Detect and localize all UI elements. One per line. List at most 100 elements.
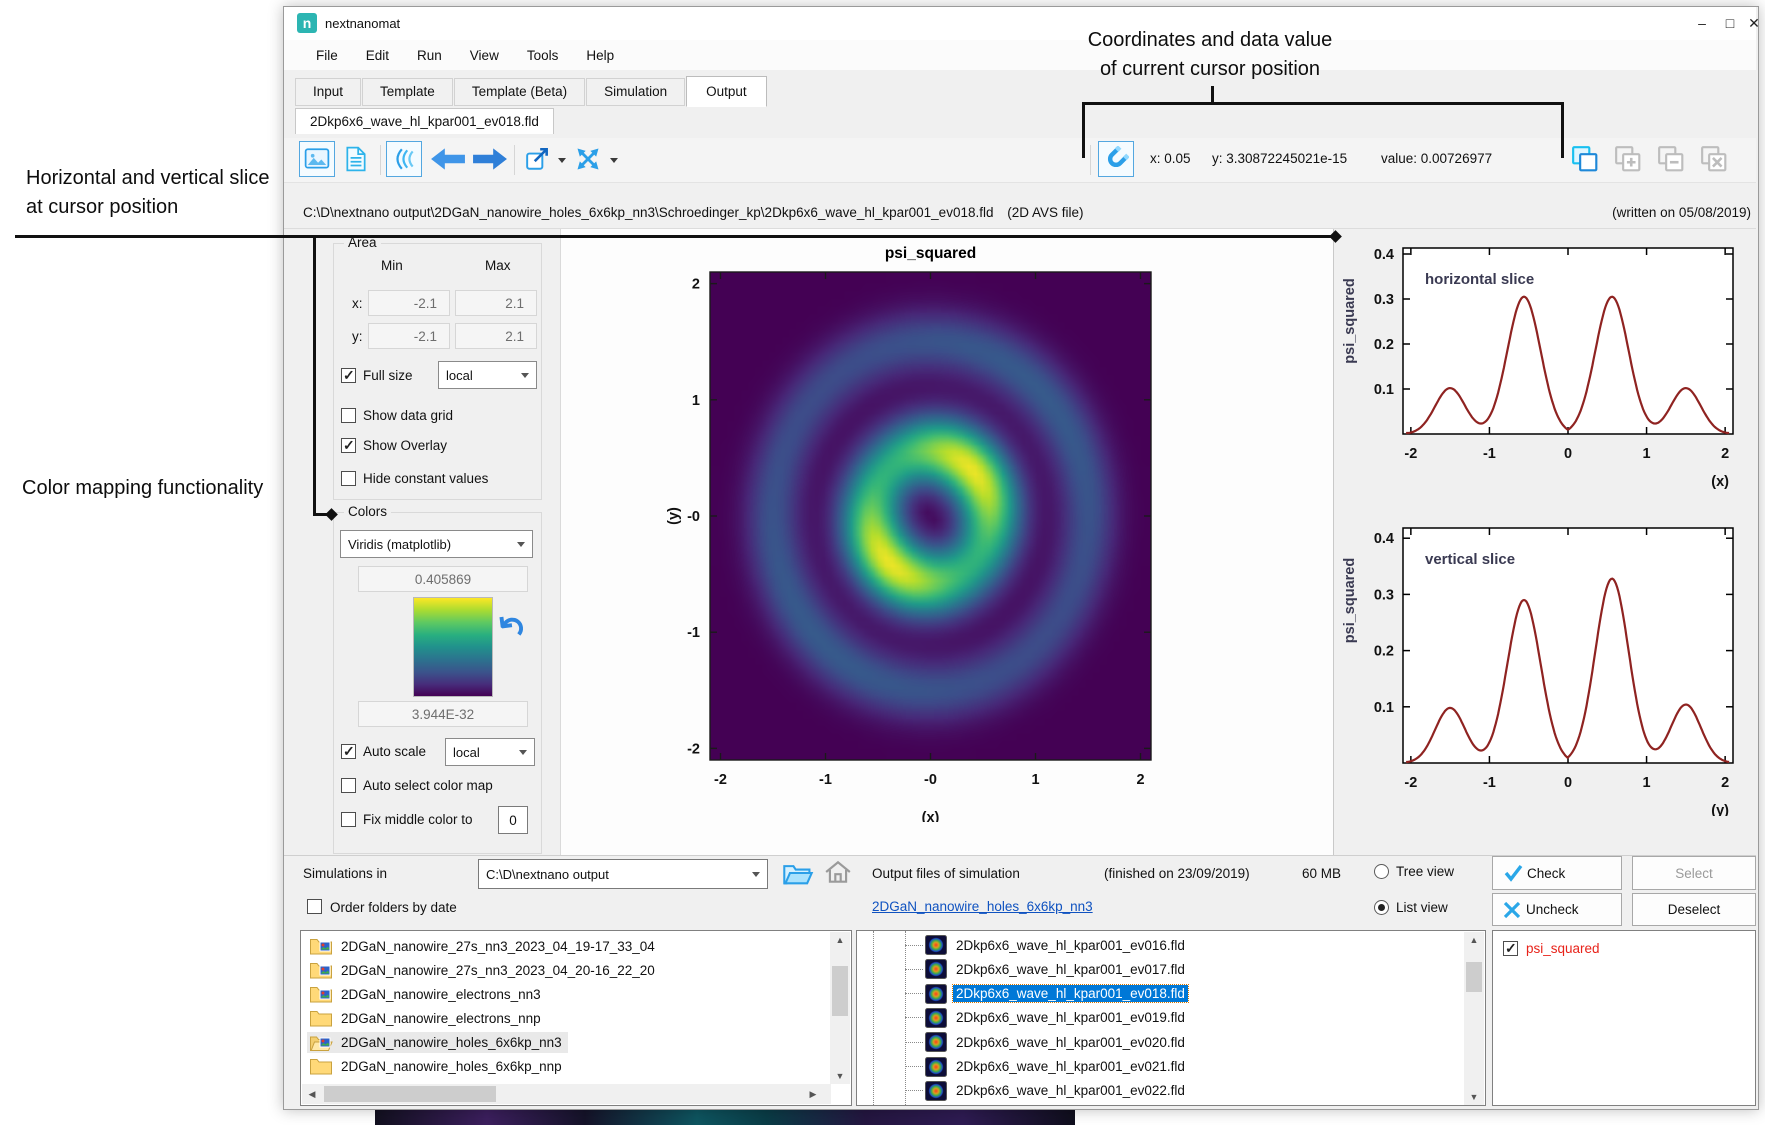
overlay-waves-button[interactable] <box>386 141 422 177</box>
maximize-button[interactable]: □ <box>1718 12 1742 34</box>
show-overlay-checkbox[interactable] <box>341 438 356 453</box>
scroll-down-arrow[interactable]: ▼ <box>830 1071 850 1081</box>
scroll-right-arrow[interactable]: ▶ <box>807 1089 819 1100</box>
folder-horizontal-scrollbar[interactable]: ◀▶ <box>302 1084 831 1104</box>
auto-scale-checkbox[interactable] <box>341 744 356 759</box>
tab-simulation[interactable]: Simulation <box>586 78 685 106</box>
arrow-left-icon <box>430 147 466 171</box>
tab-output[interactable]: Output <box>686 76 767 107</box>
annotation-coords-line2: of current cursor position <box>1040 55 1380 84</box>
file-row[interactable]: 2Dkp6x6_wave_hl_kpar001_ev021.fld <box>857 1055 1188 1079</box>
scrollbar-thumb[interactable] <box>832 966 848 1016</box>
variable-name: psi_squared <box>1526 941 1600 956</box>
scrollbar-thumb[interactable] <box>324 1086 496 1102</box>
output-file-list[interactable]: 2Dkp6x6_wave_hl_kpar001_ev016.fld2Dkp6x6… <box>856 930 1486 1106</box>
scroll-left-arrow[interactable]: ◀ <box>306 1089 318 1100</box>
simulation-folder-link[interactable]: 2DGaN_nanowire_holes_6x6kp_nn3 <box>872 899 1093 914</box>
file-row[interactable]: 2Dkp6x6_wave_hl_kpar001_ev019.fld <box>857 1006 1188 1030</box>
menu-edit[interactable]: Edit <box>352 48 403 63</box>
document-icon <box>344 146 368 172</box>
file-row[interactable]: 2Dkp6x6_wave_hl_kpar001_ev017.fld <box>857 957 1188 981</box>
fix-middle-color-value[interactable]: 0 <box>498 806 528 834</box>
scroll-down-arrow[interactable]: ▼ <box>1464 1092 1484 1102</box>
tree-connector <box>905 945 923 946</box>
folder-name: 2DGaN_nanowire_holes_6x6kp_nn3 <box>341 1035 562 1050</box>
folder-row[interactable]: 2DGaN_nanowire_electrons_nnp <box>307 1006 547 1030</box>
deselect-button[interactable]: Deselect <box>1632 893 1756 926</box>
min-header: Min <box>381 258 403 273</box>
export-button[interactable] <box>520 141 556 177</box>
scroll-up-arrow[interactable]: ▲ <box>830 935 850 945</box>
show-data-grid-label: Show data grid <box>363 408 453 423</box>
show-data-grid-checkbox[interactable] <box>341 408 356 423</box>
export-dropdown-caret[interactable] <box>558 158 566 167</box>
forward-button[interactable] <box>472 141 508 177</box>
variables-list[interactable]: psi_squared <box>1492 930 1756 1106</box>
folder-row[interactable]: 2DGaN_nanowire_27s_nn3_2023_04_19-17_33_… <box>307 934 661 958</box>
file-row[interactable]: 2Dkp6x6_wave_hl_kpar001_ev016.fld <box>857 933 1188 957</box>
title-bar <box>284 7 1756 40</box>
select-button[interactable]: Select <box>1632 856 1756 890</box>
plot-view-button[interactable] <box>299 141 335 177</box>
uncheck-button[interactable]: Uncheck <box>1492 893 1622 926</box>
menu-tools[interactable]: Tools <box>513 48 573 63</box>
minimize-button[interactable]: – <box>1690 12 1714 34</box>
menu-file[interactable]: File <box>302 48 352 63</box>
menu-view[interactable]: View <box>456 48 513 63</box>
menu-help[interactable]: Help <box>572 48 628 63</box>
text-view-button[interactable] <box>338 141 374 177</box>
auto-scale-mode-select[interactable]: local <box>445 738 535 766</box>
background-window-strip <box>375 1110 1075 1125</box>
menu-run[interactable]: Run <box>403 48 456 63</box>
fix-middle-color-checkbox[interactable] <box>341 812 356 827</box>
tree-view-radio[interactable] <box>1374 864 1389 879</box>
file-row[interactable]: 2Dkp6x6_wave_hl_kpar001_ev022.fld <box>857 1079 1188 1103</box>
variable-checkbox[interactable] <box>1503 941 1518 956</box>
tab-input[interactable]: Input <box>295 78 361 106</box>
annotation-slice-line <box>15 235 1336 238</box>
simulations-path-select[interactable]: C:\D\nextnano output <box>478 859 768 889</box>
open-file-tab[interactable]: 2Dkp6x6_wave_hl_kpar001_ev018.fld <box>295 108 554 134</box>
full-size-mode-select[interactable]: local <box>438 361 537 389</box>
check-button[interactable]: Check <box>1492 856 1622 890</box>
colors-group-title: Colors <box>344 504 391 519</box>
colormap-select[interactable]: Viridis (matplotlib) <box>340 530 533 558</box>
copy-plot-button[interactable] <box>1567 141 1603 177</box>
x-max-field: 2.1 <box>455 290 537 316</box>
remove-view-button[interactable] <box>1653 141 1689 177</box>
cursor-snap-button[interactable] <box>1098 141 1134 177</box>
order-folders-checkbox[interactable] <box>307 899 322 914</box>
open-folder-button[interactable] <box>782 859 814 890</box>
fullscreen-button[interactable] <box>570 141 606 177</box>
file-row[interactable]: 2Dkp6x6_wave_hl_kpar001_ev018.fld <box>857 982 1188 1006</box>
folder-vertical-scrollbar[interactable]: ▲▼ <box>830 932 850 1084</box>
scrollbar-thumb[interactable] <box>1466 962 1482 992</box>
tab-template[interactable]: Template <box>362 78 453 106</box>
folder-row[interactable]: 2DGaN_nanowire_27s_nn3_2023_04_20-16_22_… <box>307 958 661 982</box>
file-row[interactable]: 2Dkp6x6_wave_hl_kpar001_ev020.fld <box>857 1030 1188 1054</box>
annotation-color-vline <box>313 237 316 516</box>
variable-row[interactable]: psi_squared <box>1503 936 1600 960</box>
close-button[interactable]: ✕ <box>1742 12 1765 34</box>
folder-row[interactable]: 2DGaN_nanowire_electrons_nn3 <box>307 982 547 1006</box>
folder-row-content: 2DGaN_nanowire_electrons_nn3 <box>307 984 547 1005</box>
folder-row[interactable]: 2DGaN_nanowire_holes_6x6kp_nnp <box>307 1054 568 1078</box>
file-vertical-scrollbar[interactable]: ▲▼ <box>1464 932 1484 1105</box>
scroll-up-arrow[interactable]: ▲ <box>1464 935 1484 945</box>
fullscreen-dropdown-caret[interactable] <box>610 158 618 167</box>
auto-select-colormap-checkbox[interactable] <box>341 778 356 793</box>
folder-list[interactable]: 2DGaN_nanowire_27s_nn3_2023_04_19-17_33_… <box>300 930 852 1106</box>
folder-row[interactable]: 2DGaN_nanowire_holes_6x6kp_nn3 <box>307 1030 568 1054</box>
tab-template-beta-[interactable]: Template (Beta) <box>454 78 585 106</box>
hide-constant-checkbox[interactable] <box>341 471 356 486</box>
back-button[interactable] <box>430 141 466 177</box>
menu-bar: FileEditRunViewToolsHelp <box>284 40 1756 70</box>
heatmap-plot[interactable] <box>710 272 1151 760</box>
close-view-button[interactable] <box>1696 141 1732 177</box>
waves-icon <box>391 146 417 172</box>
list-view-radio[interactable] <box>1374 900 1389 915</box>
folder-row-content: 2DGaN_nanowire_27s_nn3_2023_04_20-16_22_… <box>307 960 661 981</box>
add-view-button[interactable] <box>1610 141 1646 177</box>
home-button[interactable] <box>824 858 852 889</box>
full-size-checkbox[interactable] <box>341 368 356 383</box>
